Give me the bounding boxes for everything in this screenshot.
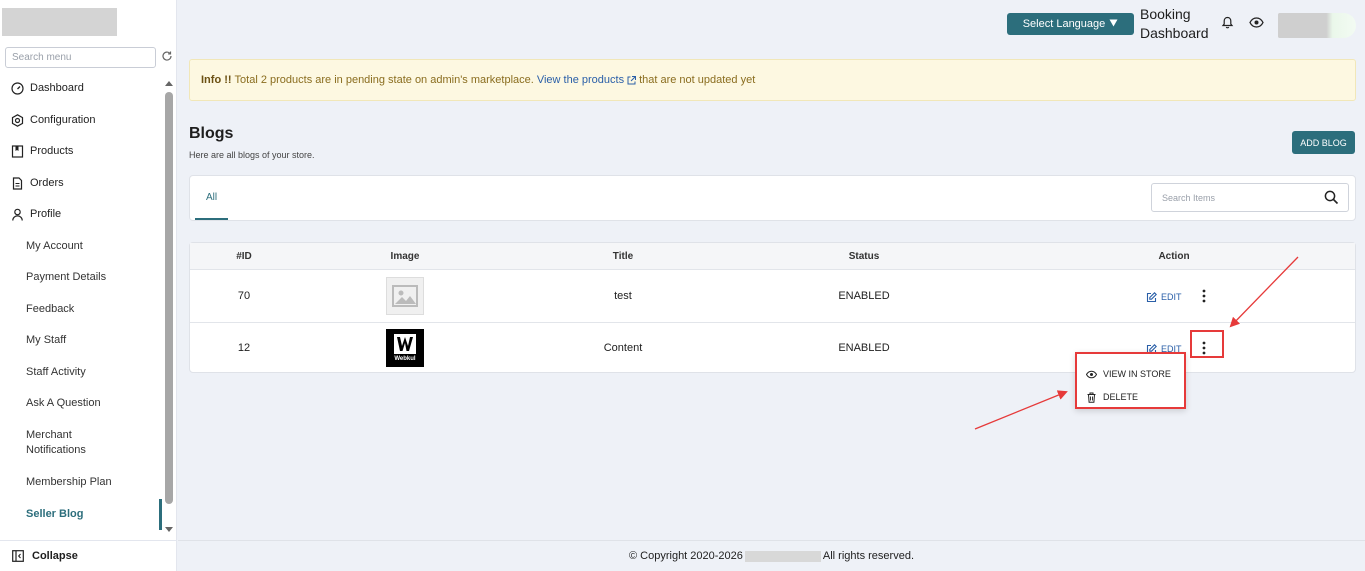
user-icon (11, 208, 24, 221)
submenu-my-staff[interactable]: My Staff (26, 333, 156, 348)
collapse-button[interactable]: Collapse (0, 540, 177, 571)
refresh-icon[interactable] (161, 50, 173, 62)
footer-rights: All rights reserved. (822, 550, 914, 562)
avatar[interactable] (1278, 13, 1356, 38)
eye-icon (1085, 369, 1098, 380)
collapse-label: Collapse (32, 550, 78, 562)
sidebar-item-label: Profile (30, 208, 62, 220)
sidebar-item-label: Orders (30, 177, 64, 189)
booking-dashboard-title: Booking Dashboard (1140, 6, 1209, 41)
webkul-logo: Webkul (386, 329, 424, 367)
search-box (1151, 183, 1349, 212)
search-items-input[interactable] (1152, 184, 1317, 211)
scroll-down-arrow-icon[interactable] (165, 527, 173, 532)
eye-icon[interactable] (1249, 16, 1264, 29)
book-icon (11, 144, 24, 158)
search-icon[interactable] (1324, 190, 1339, 205)
kebab-highlight-box (1190, 330, 1224, 358)
cell-status: ENABLED (838, 290, 890, 302)
search-menu-input[interactable] (5, 47, 156, 68)
column-header-image: Image (390, 251, 420, 262)
column-header-title: Title (612, 251, 634, 262)
cell-title: Content (603, 342, 643, 354)
column-header-action: Action (1158, 251, 1190, 262)
redacted-company-name (744, 550, 821, 562)
bell-icon[interactable] (1221, 16, 1234, 29)
external-link-icon[interactable] (627, 75, 637, 85)
info-message: Total 2 products are in pending state on… (234, 74, 534, 86)
add-blog-button[interactable]: ADD BLOG (1292, 131, 1355, 154)
info-suffix: that are not updated yet (639, 74, 756, 86)
sidebar-item-label: Dashboard (30, 82, 84, 94)
sidebar-item-label: Products (30, 145, 74, 157)
trash-icon (1086, 392, 1097, 403)
edit-icon (1146, 291, 1157, 303)
sidebar-item-products[interactable]: Products (0, 137, 162, 165)
sidebar-scrollbar[interactable] (163, 77, 175, 537)
collapse-icon (12, 550, 24, 562)
dashboard-icon (11, 81, 24, 95)
sidebar: Dashboard Configuration Products Orders … (0, 0, 177, 571)
scroll-up-arrow-icon[interactable] (165, 81, 173, 86)
view-in-store-label: VIEW IN STORE (1103, 369, 1171, 379)
info-banner: Info !! Total 2 products are in pending … (189, 59, 1356, 101)
logo[interactable] (2, 8, 117, 36)
webkul-logo-text: Webkul (394, 356, 416, 362)
page-title: Blogs (189, 125, 234, 142)
page-subtitle: Here are all blogs of your store. (189, 150, 315, 160)
submenu-my-account[interactable]: My Account (26, 239, 156, 254)
column-header-status: Status (848, 251, 880, 262)
sidebar-item-label: Configuration (30, 114, 96, 126)
info-prefix: Info !! (201, 74, 232, 86)
footer-copyright: © Copyright 2020-2026 (629, 550, 743, 562)
document-icon (11, 176, 24, 190)
sidebar-item-dashboard[interactable]: Dashboard (0, 74, 162, 102)
scroll-thumb[interactable] (165, 92, 173, 504)
view-products-link[interactable]: View the products (537, 74, 624, 86)
delete-menu-item[interactable]: DELETE (1086, 389, 1138, 405)
submenu-feedback[interactable]: Feedback (26, 302, 156, 317)
edit-label: EDIT (1161, 292, 1182, 302)
edit-link[interactable]: EDIT (1146, 290, 1182, 304)
submenu-seller-blog[interactable]: Seller Blog (26, 507, 156, 522)
submenu-payment-details[interactable]: Payment Details (26, 270, 156, 285)
sidebar-item-profile[interactable]: Profile (0, 200, 162, 228)
cell-id: 12 (237, 342, 251, 354)
more-options-icon[interactable] (1197, 287, 1211, 305)
table-header: #ID Image Title Status Action (190, 243, 1355, 270)
settings-icon (11, 113, 24, 127)
cell-id: 70 (237, 290, 251, 302)
cell-title: test (614, 290, 632, 302)
sidebar-item-configuration[interactable]: Configuration (0, 106, 162, 134)
delete-label: DELETE (1103, 392, 1139, 402)
active-indicator (159, 499, 162, 530)
submenu-membership-plan[interactable]: Membership Plan (26, 475, 156, 490)
submenu-merchant-notifications[interactable]: Merchant Notifications (26, 428, 116, 458)
select-language-label: Select Language (1022, 18, 1106, 30)
select-language-button[interactable]: Select Language (1007, 13, 1134, 35)
actions-dropdown: VIEW IN STORE DELETE (1075, 352, 1186, 409)
tab-all[interactable]: All (195, 176, 228, 220)
footer: © Copyright 2020-2026 All rights reserve… (178, 540, 1365, 571)
submenu-staff-activity[interactable]: Staff Activity (26, 365, 156, 380)
tabs-panel: All (189, 175, 1356, 221)
table-row: 70 test ENABLED EDIT (190, 271, 1355, 323)
caret-down-icon (1109, 18, 1118, 30)
placeholder-image-icon (386, 277, 424, 315)
sidebar-item-orders[interactable]: Orders (0, 169, 162, 197)
view-in-store-menu-item[interactable]: VIEW IN STORE (1085, 366, 1171, 382)
annotation-arrow-dropdown (974, 390, 1068, 430)
cell-status: ENABLED (838, 342, 890, 354)
column-header-id: #ID (236, 251, 252, 262)
submenu-ask-a-question[interactable]: Ask A Question (26, 396, 156, 411)
